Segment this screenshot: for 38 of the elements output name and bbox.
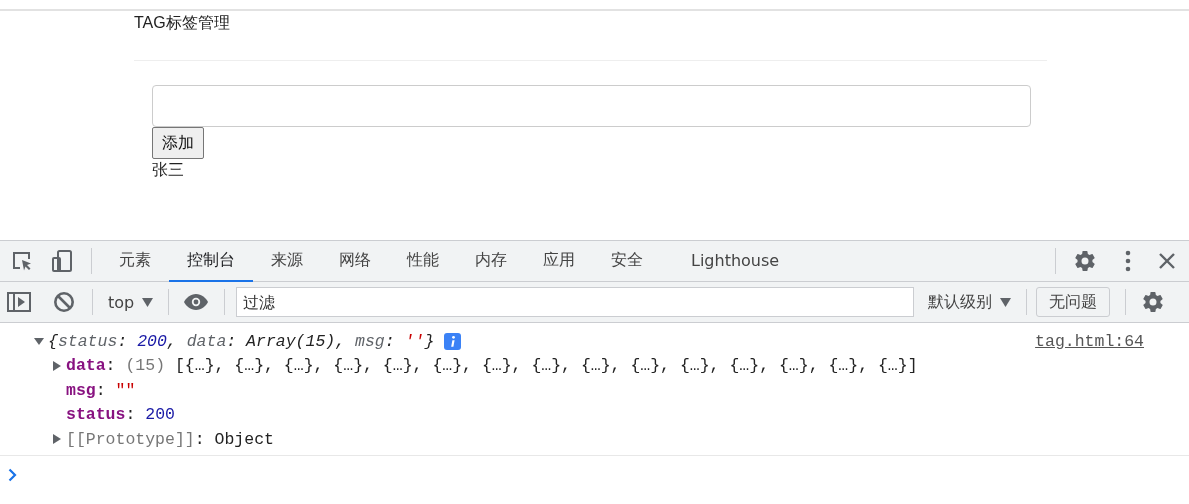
prompt-chevron-icon[interactable] bbox=[8, 467, 17, 482]
property-line: msg: "" bbox=[66, 380, 136, 400]
devtools-tab[interactable]: 元素 bbox=[101, 241, 169, 282]
source-link[interactable]: tag.html:64 bbox=[1035, 331, 1144, 351]
devtools-tab[interactable]: 内存 bbox=[457, 241, 525, 282]
context-dropdown[interactable]: top bbox=[102, 292, 160, 312]
clear-icon[interactable] bbox=[53, 291, 75, 313]
tag-input[interactable] bbox=[152, 85, 1031, 127]
devtools-tab[interactable]: 应用 bbox=[525, 241, 593, 282]
property-line[interactable]: [[Prototype]]: Object bbox=[66, 429, 274, 449]
page-title: TAG标签管理 bbox=[134, 13, 230, 32]
expand-triangle-icon[interactable] bbox=[52, 360, 62, 371]
devtools-tab[interactable]: 性能 bbox=[389, 241, 457, 282]
property-line[interactable]: data: (15) [{…}, {…}, {…}, {…}, {…}, {…}, {…}, {…}, {…}, {…}, {…}, {…}, {…}, {…}, {…}] bbox=[66, 356, 918, 376]
expand-triangle-icon[interactable] bbox=[52, 434, 62, 445]
sidebar-icon[interactable] bbox=[7, 291, 31, 313]
devtools-tab[interactable]: 来源 bbox=[253, 241, 321, 282]
close-icon[interactable] bbox=[1159, 253, 1175, 269]
eye-icon[interactable] bbox=[184, 294, 209, 310]
object-summary[interactable]: {status: 200, data: Array(15), msg: ''} bbox=[48, 331, 435, 351]
tag-item: 张三 bbox=[152, 160, 184, 180]
property-line: status: 200 bbox=[66, 405, 175, 425]
devtools-tab[interactable]: Lighthouse bbox=[673, 241, 798, 282]
settings-icon[interactable] bbox=[1073, 249, 1097, 273]
expand-triangle-icon[interactable] bbox=[34, 336, 44, 347]
inspect-icon[interactable] bbox=[10, 249, 34, 273]
more-icon[interactable] bbox=[1125, 250, 1131, 272]
levels-dropdown[interactable]: 默认级别 bbox=[922, 291, 1018, 313]
filter-field[interactable]: 过滤 bbox=[236, 287, 915, 317]
issues-button[interactable]: 无问题 bbox=[1036, 287, 1111, 317]
caret-icon bbox=[142, 297, 154, 307]
settings-icon[interactable] bbox=[1141, 290, 1166, 314]
devtools-tab[interactable]: 安全 bbox=[593, 241, 661, 282]
info-icon bbox=[444, 332, 462, 350]
device-icon[interactable] bbox=[50, 249, 74, 273]
add-button[interactable]: 添加 bbox=[152, 127, 204, 159]
caret-icon bbox=[1000, 297, 1012, 307]
devtools-tab[interactable]: 网络 bbox=[321, 241, 389, 282]
